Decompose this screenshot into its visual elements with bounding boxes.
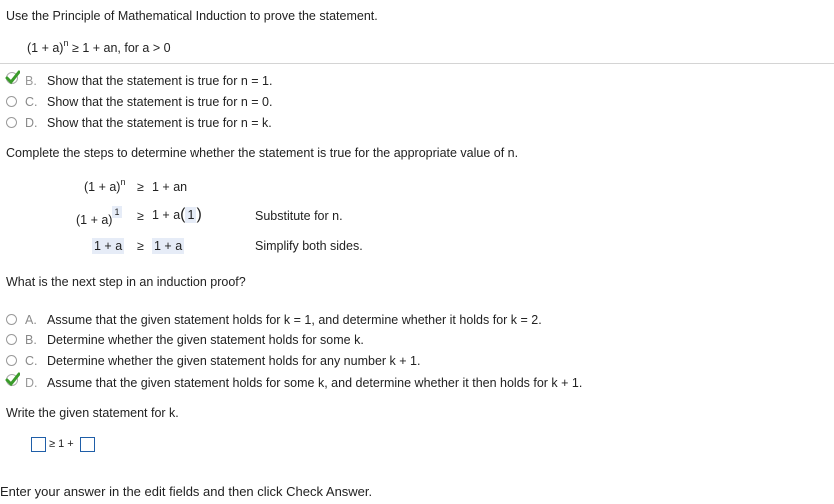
answer-box-right[interactable]	[80, 437, 95, 452]
q1-option-text: Show that the statement is true for n = …	[47, 116, 272, 130]
q2-option-text: Determine whether the given statement ho…	[47, 333, 364, 347]
step1-lhs: (1 + a)	[84, 180, 121, 194]
statement-rhs: ≥ 1 + an, for a > 0	[71, 41, 171, 55]
step3-rhs: 1 + a	[152, 238, 185, 254]
step2-exp: 1	[112, 206, 122, 218]
checkmark-icon	[5, 70, 20, 85]
next-step-question: What is the next step in an induction pr…	[6, 275, 246, 289]
q1-option-letter: B.	[25, 74, 37, 88]
step3-op: ≥	[137, 239, 144, 253]
radio-button[interactable]	[6, 117, 17, 128]
q2-option-text: Assume that the given statement holds fo…	[47, 313, 542, 327]
step2-note: Substitute for n.	[255, 209, 343, 223]
q1-option-text: Show that the statement is true for n = …	[47, 74, 273, 88]
step3-note: Simplify both sides.	[255, 239, 363, 253]
q2-option-text: Assume that the given statement holds fo…	[47, 376, 583, 390]
q1-option-text: Show that the statement is true for n = …	[47, 95, 273, 109]
answer-middle-text: ≥ 1 +	[49, 438, 74, 450]
step2-lhs: (1 + a)	[76, 213, 113, 227]
radio-button[interactable]	[6, 355, 17, 366]
statement-lhs: (1 + a)	[27, 41, 64, 55]
instruction-text: Use the Principle of Mathematical Induct…	[6, 9, 378, 23]
q2-option-letter: B.	[25, 333, 37, 347]
q1-option-letter: D.	[25, 116, 38, 130]
footer-instruction: Enter your answer in the edit fields and…	[0, 484, 373, 499]
step1-exp: n	[120, 177, 126, 187]
q2-option-letter: C.	[25, 354, 38, 368]
statement: (1 + a)n ≥ 1 + an, for a > 0	[27, 38, 171, 55]
q2-option-letter: D.	[25, 376, 38, 390]
q2-option-text: Determine whether the given statement ho…	[47, 354, 421, 368]
complete-steps-text: Complete the steps to determine whether …	[6, 146, 519, 160]
radio-button[interactable]	[6, 334, 17, 345]
step2-op: ≥	[137, 209, 144, 223]
answer-box-left[interactable]	[31, 437, 46, 452]
radio-button[interactable]	[6, 314, 17, 325]
step3-lhs: 1 + a	[92, 238, 125, 254]
step2-rhs-val: 1	[185, 207, 197, 223]
step2-rhs-pre: 1 + a	[152, 208, 181, 222]
q1-option-letter: C.	[25, 95, 38, 109]
step-row-1: (1 + a)n	[84, 177, 126, 194]
radio-button[interactable]	[6, 96, 17, 107]
step2-rhs: 1 + a(1)	[152, 206, 202, 223]
checkmark-icon	[5, 372, 20, 387]
step1-op: ≥	[137, 180, 144, 194]
step-row-3-lhs: 1 + a	[92, 238, 125, 254]
step-row-3-rhs: 1 + a	[152, 238, 185, 254]
write-statement-text: Write the given statement for k.	[6, 406, 179, 420]
q2-option-letter: A.	[25, 313, 37, 327]
step1-rhs: 1 + an	[152, 180, 188, 194]
step-row-2-lhs: (1 + a)1	[76, 206, 122, 227]
divider	[0, 63, 834, 64]
statement-exp: n	[63, 38, 69, 48]
